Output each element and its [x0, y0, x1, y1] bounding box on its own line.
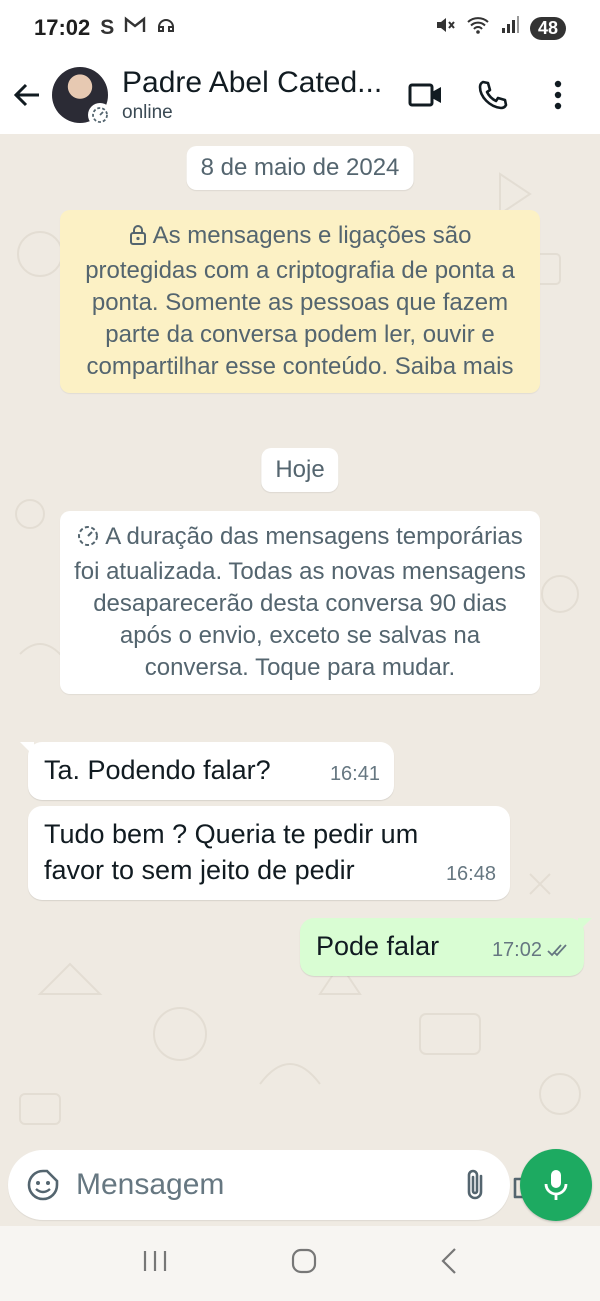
message-bubble-incoming[interactable]: Tudo bem ? Queria te pedir um favor to s… — [28, 806, 510, 900]
chevron-left-icon — [441, 1248, 457, 1274]
headset-icon — [156, 15, 176, 41]
clock: 17:02 — [34, 15, 91, 40]
more-options-button[interactable] — [538, 75, 578, 115]
status-left: 17:02 S — [34, 15, 176, 41]
phone-icon — [478, 80, 508, 110]
arrow-left-icon — [13, 83, 39, 107]
lock-icon — [129, 223, 147, 255]
timer-badge-icon — [88, 103, 112, 127]
status-right: 48 — [434, 14, 566, 42]
voice-record-button[interactable] — [520, 1149, 592, 1221]
status-bar: 17:02 S 48 — [0, 0, 600, 56]
chat-area[interactable]: 8 de maio de 2024 As mensagens e ligaçõe… — [0, 134, 600, 1144]
wifi-icon — [466, 15, 490, 41]
home-circle-icon — [291, 1248, 317, 1274]
signal-icon — [500, 15, 520, 41]
recents-icon — [143, 1251, 166, 1271]
timer-notice-text: A duração das mensagens temporárias foi … — [74, 523, 526, 681]
attach-button[interactable] — [462, 1168, 488, 1202]
kebab-menu-icon — [554, 80, 562, 110]
video-camera-icon — [408, 83, 441, 107]
paperclip-icon — [467, 1169, 483, 1200]
contact-name: Padre Abel Cated... — [122, 66, 383, 99]
message-bubble-outgoing[interactable]: Pode falar 17:02 — [300, 918, 592, 976]
system-nav-bar — [0, 1226, 600, 1301]
bubble-tail — [578, 918, 592, 932]
home-button[interactable] — [290, 1247, 318, 1280]
message-input[interactable] — [76, 1168, 462, 1202]
message-text: Ta. Podendo falar? — [44, 755, 271, 785]
emoji-button[interactable] — [26, 1168, 60, 1202]
emoji-sticker-icon — [27, 1169, 59, 1201]
message-time: 17:02 — [492, 932, 570, 968]
encryption-notice[interactable]: As mensagens e ligações são protegidas c… — [60, 210, 540, 393]
chat-header: Padre Abel Cated... online — [0, 56, 600, 134]
composer-bar — [0, 1144, 600, 1226]
mute-icon — [434, 14, 456, 42]
system-back-button[interactable] — [439, 1247, 459, 1280]
message-time: 16:48 — [445, 863, 496, 885]
microphone-icon — [544, 1170, 568, 1200]
timer-icon — [77, 524, 99, 556]
disappearing-messages-notice[interactable]: A duração das mensagens temporárias foi … — [60, 511, 540, 694]
recent-apps-button[interactable] — [141, 1249, 169, 1278]
composer-pill — [8, 1150, 545, 1220]
contact-status: online — [122, 102, 173, 123]
back-button[interactable] — [2, 65, 52, 125]
video-call-button[interactable] — [406, 75, 446, 115]
voice-call-button[interactable] — [472, 75, 512, 115]
message-text: Tudo bem ? Queria te pedir um favor to s… — [44, 819, 419, 885]
battery-badge: 48 — [529, 16, 566, 40]
contact-info[interactable]: Padre Abel Cated... online — [122, 66, 382, 124]
message-bubble-incoming[interactable]: Ta. Podendo falar? 16:41 — [20, 742, 394, 800]
notification-s-icon: S — [100, 16, 115, 39]
bubble-tail — [20, 742, 34, 756]
avatar[interactable] — [52, 67, 112, 127]
message-time: 16:41 — [329, 763, 380, 785]
encryption-notice-text: As mensagens e ligações são protegidas c… — [85, 222, 515, 380]
message-text: Pode falar — [316, 931, 440, 961]
header-actions — [406, 75, 600, 115]
gmail-icon — [124, 16, 146, 40]
today-chip: Hoje — [261, 448, 339, 492]
double-check-icon — [547, 944, 567, 957]
date-chip: 8 de maio de 2024 — [186, 146, 414, 190]
